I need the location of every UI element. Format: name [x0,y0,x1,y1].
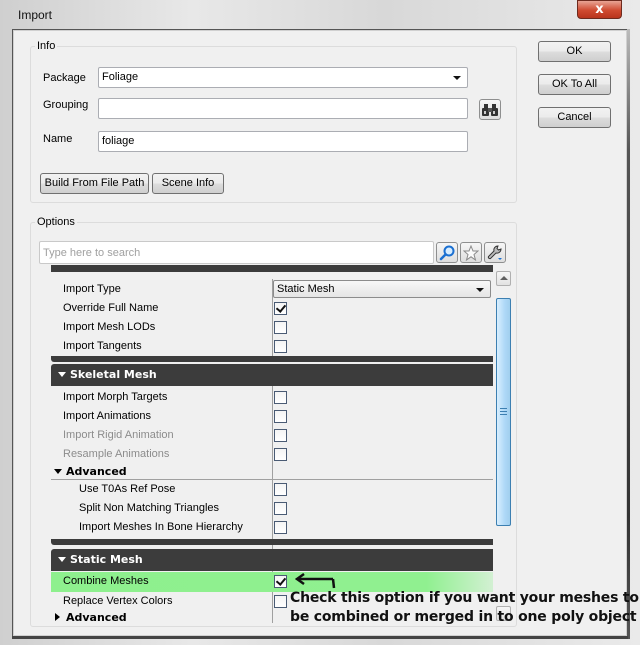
wrench-icon [487,245,502,260]
grouping-input[interactable] [98,98,468,119]
ok-to-all-button[interactable]: OK To All [538,74,611,95]
build-from-file-path-button[interactable]: Build From File Path [40,173,149,194]
property-row-import-rigid-animation: Import Rigid Animation [51,426,493,445]
advanced-title: Advanced [66,611,127,623]
import-rigid-animation-checkbox[interactable] [274,429,287,442]
grouping-label: Grouping [43,99,89,111]
split-non-matching-triangles-checkbox[interactable] [274,502,287,515]
import-meshes-in-bone-hierarchy-checkbox[interactable] [274,521,287,534]
options-scrollbar[interactable] [495,270,513,625]
property-row-split-non-matching-triangles: Split Non Matching Triangles [51,499,493,518]
grip-icon [500,408,507,409]
title-bar: Import x [0,0,640,30]
annotation-callout: Check this option if you want your meshe… [290,589,639,627]
scroll-thumb[interactable] [496,298,511,526]
package-label: Package [43,72,86,84]
property-label: Override Full Name [63,302,159,314]
property-label: Split Non Matching Triangles [79,502,220,514]
property-row-import-mesh-lods: Import Mesh LODs [51,318,493,337]
chevron-down-icon [476,288,484,292]
magnifier-icon [439,245,455,260]
property-row-override-full-name: Override Full Name [51,299,493,318]
scroll-up-button[interactable] [496,271,511,286]
window-border-bottom [12,636,628,639]
annotation-arrow-icon [295,573,336,589]
options-group-label: Options [35,216,77,228]
collapsed-triangle-icon [55,613,60,621]
override-full-name-checkbox[interactable] [274,302,287,315]
import-animations-checkbox[interactable] [274,410,287,423]
property-label: Import Rigid Animation [63,429,174,441]
scene-info-button[interactable]: Scene Info [152,173,224,194]
category-header-general[interactable] [51,265,493,272]
property-label: Import Animations [63,410,152,422]
property-label: Resample Animations [63,448,170,460]
import-tangents-checkbox[interactable] [274,340,287,353]
annotation-line-1: Check this option if you want your meshe… [290,590,639,606]
import-type-combo[interactable]: Static Mesh [273,280,491,298]
property-row-import-tangents: Import Tangents [51,337,493,356]
category-footer-general [51,356,493,362]
property-label: Import Mesh LODs [63,321,156,333]
ok-button[interactable]: OK [538,41,611,62]
window-title: Import [18,8,53,22]
property-label: Import Meshes In Bone Hierarchy [79,521,243,533]
property-row-import-morph-targets: Import Morph Targets [51,388,493,407]
property-label: Replace Vertex Colors [63,595,173,607]
property-row-import-animations: Import Animations [51,407,493,426]
chevron-down-icon [453,76,461,80]
info-group-label: Info [35,40,58,52]
skeletal-advanced-header[interactable]: Advanced [51,463,493,480]
name-label: Name [43,133,73,145]
close-button[interactable]: x [577,0,622,19]
binoculars-icon [482,103,498,116]
property-label: Import Morph Targets [63,391,168,403]
category-header-skeletal-mesh[interactable]: Skeletal Mesh [51,364,493,386]
name-input[interactable]: foliage [98,131,468,152]
expand-triangle-icon [54,469,62,474]
property-label: Import Tangents [63,340,142,352]
use-t0as-ref-pose-checkbox[interactable] [274,483,287,496]
annotation-line-2: be combined or merged in to one poly obj… [290,609,637,625]
category-header-static-mesh[interactable]: Static Mesh [51,549,493,571]
property-label: Combine Meshes [63,575,149,587]
category-title: Skeletal Mesh [70,368,157,381]
property-label: Import Type [63,283,121,295]
property-row-use-t0as-ref-pose: Use T0As Ref Pose [51,480,493,499]
property-row-import-meshes-in-bone-hierarchy: Import Meshes In Bone Hierarchy [51,518,493,537]
settings-button[interactable] [484,242,506,263]
search-button[interactable] [436,242,458,263]
package-combo[interactable]: Foliage [98,67,468,88]
window-border-right [627,29,630,639]
resample-animations-checkbox[interactable] [274,448,287,461]
replace-vertex-colors-checkbox[interactable] [274,595,287,608]
import-type-value: Static Mesh [277,283,335,295]
property-label: Use T0As Ref Pose [79,483,176,495]
name-value: foliage [102,135,135,147]
import-morph-targets-checkbox[interactable] [274,391,287,404]
options-property-grid: Import Type Static Mesh Override Full Na… [51,265,493,623]
favorites-button[interactable] [460,242,482,263]
package-value: Foliage [102,71,139,83]
import-mesh-lods-checkbox[interactable] [274,321,287,334]
combine-meshes-checkbox[interactable] [274,575,287,588]
close-icon: x [595,2,604,17]
category-title: Static Mesh [70,553,143,566]
property-row-resample-animations: Resample Animations [51,445,493,464]
category-footer-skeletal-mesh [51,539,493,545]
options-search-input[interactable]: Type here to search [39,241,434,264]
browse-grouping-button[interactable] [479,99,501,120]
expand-triangle-icon [58,372,66,377]
cancel-button[interactable]: Cancel [538,107,611,128]
advanced-title: Advanced [66,465,127,478]
expand-triangle-icon [58,557,66,562]
import-dialog-window: Import x Info Package Foliage Grouping N… [0,0,640,645]
star-icon [463,244,479,261]
property-row-import-type: Import Type Static Mesh [51,280,493,299]
